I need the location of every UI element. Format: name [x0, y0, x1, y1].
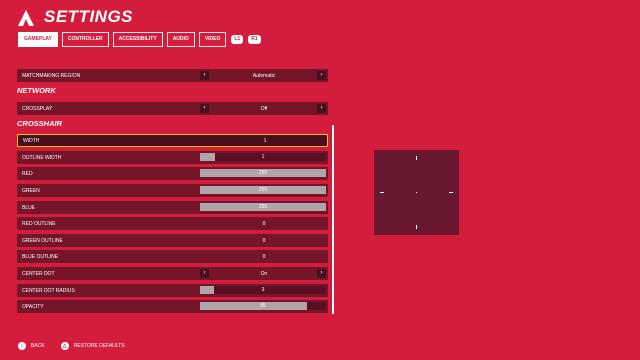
- tab-bar: GAMEPLAY CONTROLLER ACCESSIBILITY AUDIO …: [18, 32, 261, 47]
- selector: ‹ On ›: [200, 267, 328, 280]
- page-title: SETTINGS: [44, 7, 134, 26]
- setting-label: CENTER DOT RADIUS: [22, 287, 75, 294]
- setting-blue[interactable]: BLUE 255: [17, 201, 328, 214]
- footer-hints: ○ BACK △ RESTORE DEFAULTS: [18, 342, 125, 350]
- setting-label: WIDTH: [23, 137, 40, 144]
- tab-audio[interactable]: AUDIO: [166, 32, 195, 47]
- restore-defaults-button[interactable]: △ RESTORE DEFAULTS: [60, 342, 125, 350]
- setting-label: OPACITY: [22, 303, 44, 310]
- setting-value: 1: [261, 154, 265, 160]
- slider[interactable]: 255: [200, 203, 326, 211]
- setting-value: On: [260, 270, 268, 277]
- setting-label: GREEN: [22, 187, 40, 194]
- setting-red-outline[interactable]: RED OUTLINE 0: [17, 217, 328, 230]
- setting-label: RED OUTLINE: [22, 220, 56, 227]
- setting-center-dot-radius[interactable]: CENTER DOT RADIUS 3: [17, 284, 328, 297]
- slider[interactable]: 255: [200, 169, 326, 177]
- section-network: NETWORK: [17, 86, 56, 95]
- chevron-right-icon[interactable]: ›: [317, 269, 326, 278]
- circle-button-icon: ○: [18, 342, 26, 350]
- setting-red[interactable]: RED 255: [17, 167, 328, 180]
- section-crosshair: CROSSHAIR: [17, 119, 63, 128]
- setting-value: Automatic: [252, 72, 276, 79]
- tab-gameplay[interactable]: GAMEPLAY: [18, 32, 58, 47]
- tab-accessibility[interactable]: ACCESSIBILITY: [112, 32, 163, 47]
- slider[interactable]: 1: [200, 153, 326, 161]
- selector: ‹ Automatic ›: [200, 69, 328, 82]
- setting-label: CROSSPLAY: [22, 105, 53, 112]
- game-logo-icon: [18, 10, 34, 26]
- setting-value: 255: [258, 170, 268, 176]
- triangle-button-icon: △: [60, 342, 69, 350]
- setting-crossplay[interactable]: CROSSPLAY ‹ Off ›: [17, 102, 328, 115]
- chevron-right-icon[interactable]: ›: [317, 71, 326, 80]
- setting-label: GREEN OUTLINE: [22, 237, 63, 244]
- back-label: BACK: [31, 343, 45, 349]
- setting-green[interactable]: GREEN 255: [17, 184, 328, 197]
- setting-value: 85: [260, 303, 266, 309]
- chevron-left-icon[interactable]: ‹: [200, 269, 209, 278]
- setting-green-outline[interactable]: GREEN OUTLINE 0: [17, 234, 328, 247]
- back-button[interactable]: ○ BACK: [18, 342, 45, 350]
- setting-value: 255: [258, 204, 268, 210]
- setting-value: 255: [258, 187, 268, 193]
- slider[interactable]: 3: [200, 286, 326, 294]
- setting-label: OUTLINE WIDTH: [22, 154, 62, 161]
- chevron-left-icon[interactable]: ‹: [200, 104, 209, 113]
- crosshair-tick-left: [380, 192, 384, 193]
- setting-opacity[interactable]: OPACITY 85: [17, 300, 328, 313]
- chevron-right-icon[interactable]: ›: [317, 104, 326, 113]
- setting-label: MATCHMAKING REGION: [22, 72, 81, 79]
- selector: ‹ Off ›: [200, 102, 328, 115]
- setting-width[interactable]: WIDTH 1: [17, 134, 328, 147]
- crosshair-tick-bottom: [416, 225, 417, 229]
- slider[interactable]: 255: [200, 186, 326, 194]
- setting-outline-width[interactable]: OUTLINE WIDTH 1: [17, 151, 328, 164]
- setting-value: 0: [262, 253, 266, 260]
- tab-controller[interactable]: CONTROLLER: [61, 32, 109, 47]
- setting-value: 0: [262, 220, 266, 227]
- crosshair-preview: [374, 150, 459, 235]
- setting-value: 1: [263, 137, 267, 144]
- setting-value: 0: [262, 237, 266, 244]
- slider[interactable]: 85: [200, 302, 326, 310]
- crosshair-tick-top: [416, 156, 417, 160]
- setting-label: BLUE: [22, 204, 36, 211]
- crosshair-center-dot: [416, 192, 417, 193]
- crosshair-tick-right: [449, 192, 453, 193]
- setting-blue-outline[interactable]: BLUE OUTLINE 0: [17, 250, 328, 263]
- setting-center-dot[interactable]: CENTER DOT ‹ On ›: [17, 267, 328, 280]
- l1-button-hint: L1: [231, 35, 244, 44]
- r1-button-hint: R1: [248, 35, 261, 44]
- chevron-left-icon[interactable]: ‹: [200, 71, 209, 80]
- tab-video[interactable]: VIDEO: [198, 32, 227, 47]
- setting-value: Off: [260, 105, 268, 112]
- setting-label: BLUE OUTLINE: [22, 253, 59, 260]
- restore-defaults-label: RESTORE DEFAULTS: [73, 343, 125, 349]
- setting-label: CENTER DOT: [22, 270, 55, 277]
- setting-label: RED: [22, 170, 33, 177]
- setting-matchmaking-region[interactable]: MATCHMAKING REGION ‹ Automatic ›: [17, 69, 328, 82]
- setting-value: 3: [261, 287, 265, 293]
- value-field: 1: [201, 135, 329, 146]
- scrollbar[interactable]: [332, 125, 334, 314]
